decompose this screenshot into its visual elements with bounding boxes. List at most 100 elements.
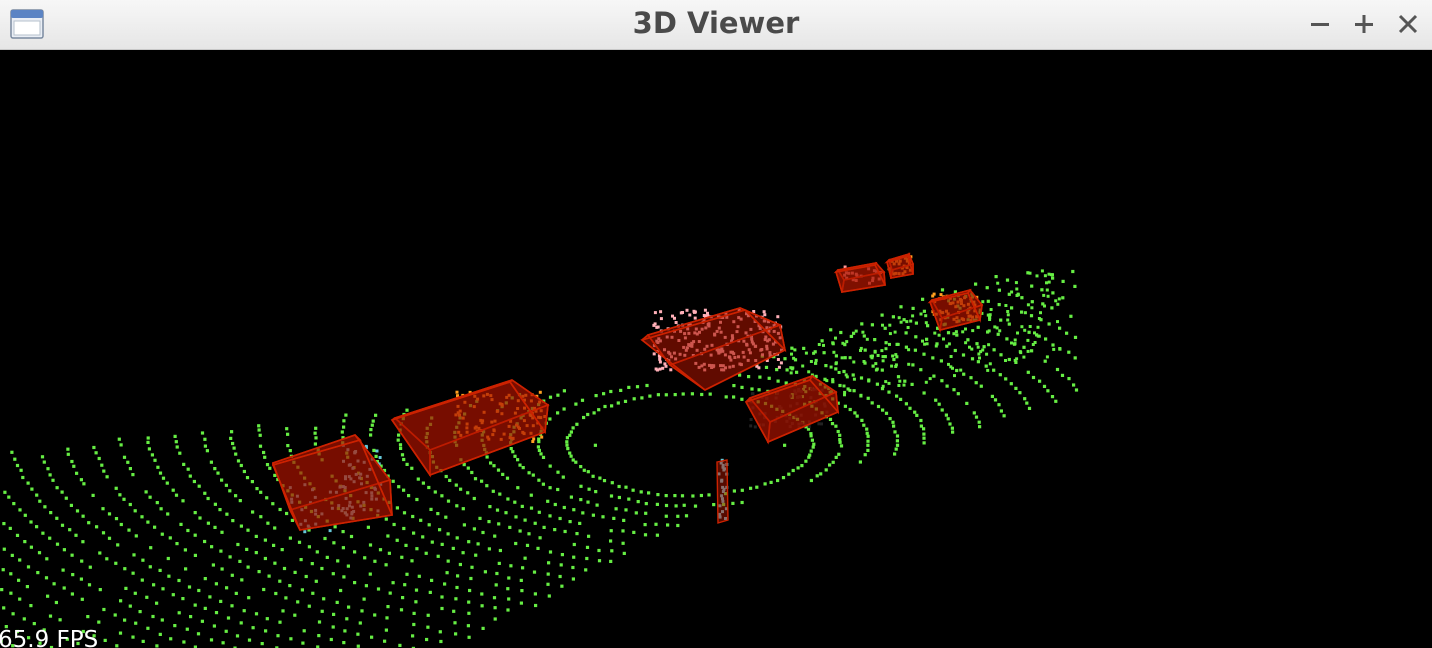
ground-point [95,525,99,529]
ground-point [1020,310,1024,314]
ground-point [834,336,837,340]
ground-point [296,600,300,604]
pedestrian-pole [716,459,729,524]
ground-point [239,621,243,625]
ground-point [893,452,897,456]
ground-point [18,508,22,512]
ground-point [776,379,780,383]
ground-point [586,500,590,504]
ground-point [902,318,906,322]
ground-point [560,553,564,557]
ground-point [1043,304,1046,308]
ground-point [640,396,644,400]
ground-point [863,348,867,352]
ground-point [800,464,804,468]
ground-point [767,376,771,380]
ground-point [1005,278,1010,282]
ground-point [411,634,415,638]
point-cloud-scene[interactable] [0,50,1432,648]
ground-point [907,362,911,366]
ground-point [546,582,550,586]
ground-point [924,314,928,318]
maximize-button[interactable] [1346,6,1382,42]
ground-point [775,368,779,372]
ground-point [828,463,832,467]
ground-point [208,595,212,599]
ground-point [397,485,401,489]
ground-point [496,468,501,472]
ground-point [594,490,598,494]
ground-point [893,430,897,434]
ground-point [97,456,101,461]
ground-point [259,490,263,494]
ground-point [812,442,816,446]
ground-point [276,634,280,638]
3d-viewport[interactable]: 65.9 FPS [0,50,1432,648]
ground-point [414,588,419,592]
ground-point [119,599,123,603]
ground-point [428,590,432,594]
ground-point [173,624,177,628]
ground-point [817,343,821,346]
ground-point [509,447,513,451]
ground-point [832,350,836,354]
ground-point [181,499,185,503]
ground-point [405,462,409,466]
close-button[interactable] [1390,6,1426,42]
object-point [753,425,757,429]
ground-point [419,518,423,522]
ground-point [329,637,333,642]
ground-point [13,457,17,461]
ground-point [525,543,530,547]
ground-point [160,618,164,622]
ground-point [474,553,478,557]
ground-point [972,411,976,415]
ground-point [925,342,929,346]
ground-point [1014,281,1018,285]
ground-point [122,497,126,501]
ground-point [87,583,92,587]
ground-point [975,342,979,346]
ground-point [1060,373,1065,377]
ground-point [880,368,884,372]
ground-point [664,393,668,397]
ground-point [141,639,145,643]
ground-point [819,472,823,476]
ground-point [881,359,885,363]
ground-point [1067,350,1071,354]
ground-point [386,534,390,538]
object-point [455,390,459,394]
ground-point [429,507,433,511]
ground-point [360,609,364,613]
ground-point [919,368,923,372]
ground-point [804,459,808,463]
title-bar[interactable]: 3D Viewer [0,0,1432,50]
ground-point [899,397,903,401]
ground-point [140,578,144,582]
ground-point [922,441,926,445]
ground-point [690,392,694,396]
ground-point [1033,331,1036,335]
object-point [658,367,662,371]
ground-point [341,546,345,550]
car-box-far [833,261,887,293]
ground-point [452,609,456,613]
minimize-button[interactable] [1302,6,1338,42]
ground-point [278,620,282,624]
ground-point [138,610,142,614]
ground-point [182,640,186,644]
ground-point [569,430,573,434]
ground-point [399,446,403,450]
ground-point [946,417,950,421]
ground-point [609,559,613,563]
ground-point [240,578,244,582]
ground-point [585,556,589,561]
ground-point [234,494,238,498]
ground-point [218,508,222,512]
ground-point [902,383,906,387]
ground-point [288,449,292,453]
ground-point [828,417,833,421]
ground-point [384,563,388,567]
ground-point [622,551,626,555]
ground-point [897,384,901,387]
